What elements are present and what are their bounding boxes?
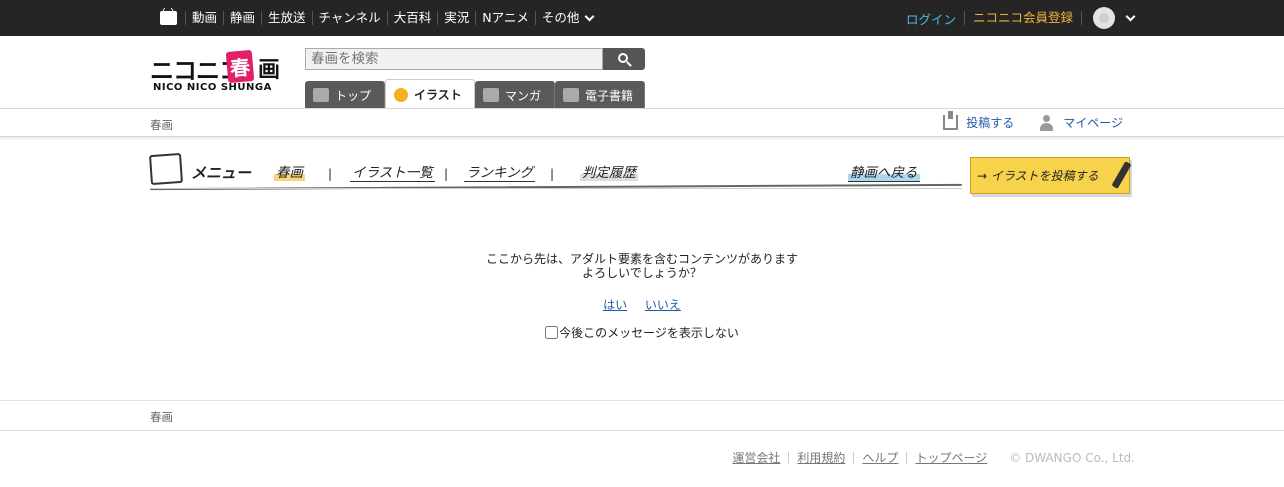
niconico-tv-icon[interactable] <box>160 11 177 25</box>
menu-separator: | <box>328 167 333 181</box>
hide-message-label: 今後このメッセージを表示しない <box>559 326 739 340</box>
hide-message-option[interactable]: 今後このメッセージを表示しない <box>0 324 1284 341</box>
warning-line-1: ここから先は、アダルト要素を含むコンテンツがあります <box>485 252 798 266</box>
menu-title: メニュー <box>191 164 252 182</box>
global-nav: 動画 静画 生放送 チャンネル 大百科 実況 Nアニメ その他 <box>160 0 599 36</box>
tab-top[interactable]: トップ <box>305 81 385 109</box>
tab-ebook[interactable]: 電子書籍 <box>555 81 645 109</box>
footer-link-company[interactable]: 運営会社 <box>724 452 788 464</box>
adult-warning: ここから先は、アダルト要素を含むコンテンツがあります よろしいでしょうか？ <box>0 252 1284 280</box>
category-tabs: トップ イラスト マンガ 電子書籍 <box>305 79 645 109</box>
menu-separator: | <box>550 167 555 181</box>
illust-menu: メニュー 春画 | イラスト一覧 | ランキング | 判定履歴 静画へ戻る → … <box>148 150 1132 200</box>
manga-icon <box>483 88 499 102</box>
mypage-link[interactable]: マイページ <box>1063 114 1123 131</box>
user-icon <box>1040 114 1054 131</box>
account-nav: ログイン ニコニコ会員登録 <box>906 0 1136 36</box>
gnav-more-label: その他 <box>541 10 580 25</box>
gnav-douga[interactable]: 動画 <box>185 11 223 25</box>
logo-shunga-badge: 春 <box>225 49 255 84</box>
site-logo[interactable]: ニコニコ 春 画 NICO NICO SHUNGA <box>150 49 286 97</box>
breadcrumb[interactable]: 春画 <box>150 117 173 133</box>
footer-breadcrumb-bar: 春画 <box>0 400 1284 431</box>
gnav-live[interactable]: 生放送 <box>261 11 312 25</box>
menu-item-illust-list[interactable]: イラスト一覧 <box>350 165 435 182</box>
tab-manga[interactable]: マンガ <box>475 81 555 109</box>
search-bar <box>305 48 645 70</box>
footer-link-help[interactable]: ヘルプ <box>853 452 906 464</box>
menu-item-shunga[interactable]: 春画 <box>274 165 305 181</box>
pen-icon <box>1111 161 1132 189</box>
hide-message-checkbox[interactable] <box>545 326 559 339</box>
footer-link-top[interactable]: トップページ <box>906 452 995 464</box>
warning-line-2: よろしいでしょうか？ <box>582 266 702 280</box>
search-input[interactable] <box>305 48 603 70</box>
no-link[interactable]: いいえ <box>645 298 681 312</box>
palette-icon <box>394 87 408 102</box>
tab-label: 電子書籍 <box>585 88 634 103</box>
menu-underline-shadow <box>150 188 962 189</box>
post-illust-button[interactable]: → イラストを投稿する <box>970 157 1132 194</box>
chevron-down-icon <box>584 11 595 21</box>
gnav-jikkyo[interactable]: 実況 <box>437 11 475 25</box>
book-icon <box>563 88 579 102</box>
warning-choices: はい いいえ <box>0 296 1284 313</box>
login-link[interactable]: ログイン <box>906 9 964 28</box>
global-nav-bar: 動画 静画 生放送 チャンネル 大百科 実況 Nアニメ その他 ログイン ニコニ… <box>0 0 1284 36</box>
yes-link[interactable]: はい <box>603 298 627 312</box>
back-to-seiga-link[interactable]: 静画へ戻る <box>848 165 920 182</box>
footer-breadcrumb[interactable]: 春画 <box>150 409 173 425</box>
tab-label: トップ <box>335 88 372 103</box>
tab-label: マンガ <box>505 88 542 103</box>
avatar[interactable] <box>1093 7 1115 29</box>
gnav-dic[interactable]: 大百科 <box>386 11 438 25</box>
search-button[interactable] <box>603 48 645 70</box>
sub-header: 春画 投稿する マイページ <box>0 108 1284 137</box>
gnav-nanime[interactable]: Nアニメ <box>475 11 535 25</box>
search-icon <box>618 53 628 63</box>
register-link[interactable]: ニコニコ会員登録 <box>963 11 1082 25</box>
footer-link-terms[interactable]: 利用規約 <box>788 452 853 464</box>
gnav-channel[interactable]: チャンネル <box>311 11 387 25</box>
sub-actions: 投稿する マイページ <box>943 111 1123 131</box>
copyright: © DWANGO Co., Ltd. <box>1009 451 1135 465</box>
chevron-down-icon[interactable] <box>1125 11 1136 21</box>
menu-item-history[interactable]: 判定履歴 <box>580 165 638 181</box>
menu-separator: | <box>444 167 449 181</box>
logo-ga-text: 画 <box>258 58 281 83</box>
footer-links: 運営会社 利用規約 ヘルプ トップページ © DWANGO Co., Ltd. <box>724 451 1135 465</box>
post-illust-label: → イラストを投稿する <box>977 169 1099 183</box>
logo-subtitle: NICO NICO SHUNGA <box>153 82 272 93</box>
tab-label: イラスト <box>414 88 462 102</box>
scroll-icon <box>148 152 184 186</box>
menu-underline <box>150 183 962 191</box>
gnav-more-menu[interactable]: その他 <box>534 10 600 25</box>
menu-item-ranking[interactable]: ランキング <box>464 165 536 182</box>
upload-icon <box>943 111 959 130</box>
post-link[interactable]: 投稿する <box>966 114 1014 131</box>
gnav-seiga[interactable]: 静画 <box>223 11 261 25</box>
home-icon <box>313 88 329 102</box>
tab-illust[interactable]: イラスト <box>385 79 475 109</box>
